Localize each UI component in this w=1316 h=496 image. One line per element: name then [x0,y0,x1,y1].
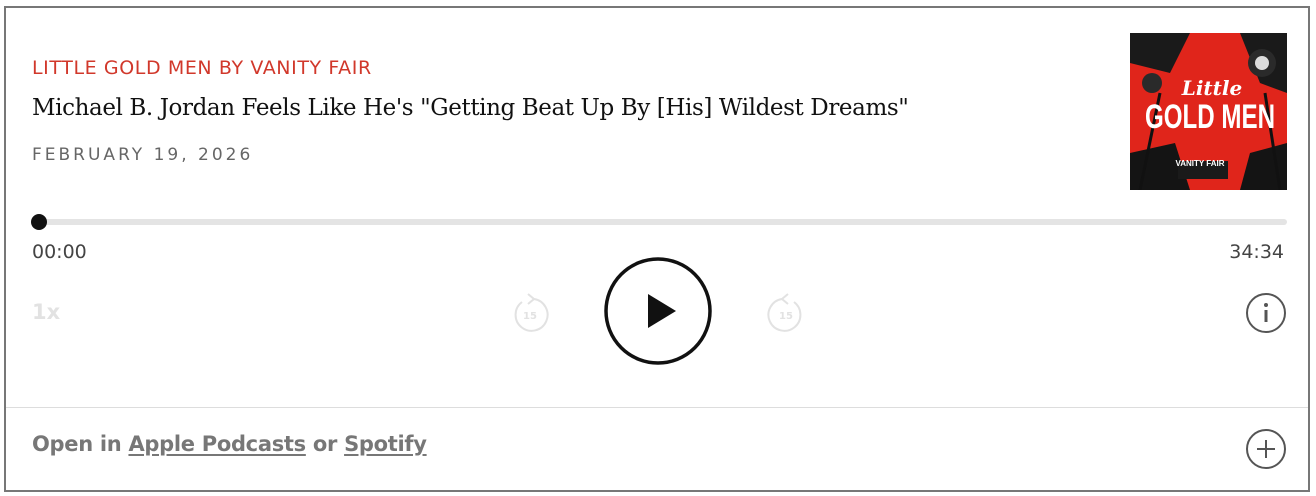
artwork-title-line2: GOLD MEN [1145,98,1275,136]
artwork-image: Little GOLD MEN VANITY FAIR [1130,33,1287,190]
forward-seconds-label: 15 [779,311,793,322]
podcast-artwork: Little GOLD MEN VANITY FAIR [1130,33,1287,190]
playback-speed-button[interactable]: 1x [32,300,60,324]
info-button[interactable] [1244,291,1288,335]
rewind-seconds-label: 15 [523,311,537,322]
artwork-badge: VANITY FAIR [1175,159,1224,168]
expand-button[interactable] [1244,427,1288,471]
total-duration: 34:34 [1229,241,1284,263]
apple-podcasts-link[interactable]: Apple Podcasts [128,432,306,456]
artwork-title-line1: Little [1181,76,1242,100]
episode-title[interactable]: Michael B. Jordan Feels Like He's "Getti… [32,95,909,121]
plus-icon [1246,429,1286,469]
open-in-links: Open in Apple Podcasts or Spotify [32,432,427,456]
open-in-prefix: Open in [32,432,122,456]
spotify-link[interactable]: Spotify [344,432,427,456]
forward-15-icon: 15 [767,293,802,332]
progress-thumb[interactable] [31,214,47,230]
info-icon [1246,293,1286,333]
or-label: or [312,432,338,456]
progress-track[interactable] [39,219,1287,225]
play-button[interactable] [603,256,713,366]
forward-15-button[interactable]: 15 [766,293,806,333]
podcast-player: LITTLE GOLD MEN BY VANITY FAIR Michael B… [4,6,1310,492]
elapsed-time: 00:00 [32,241,87,263]
play-icon [604,257,712,365]
footer-divider [6,407,1308,408]
rewind-15-icon: 15 [514,293,549,332]
episode-date: FEBRUARY 19, 2026 [32,145,254,165]
rewind-15-button[interactable]: 15 [510,293,550,333]
show-name[interactable]: LITTLE GOLD MEN BY VANITY FAIR [32,57,372,79]
